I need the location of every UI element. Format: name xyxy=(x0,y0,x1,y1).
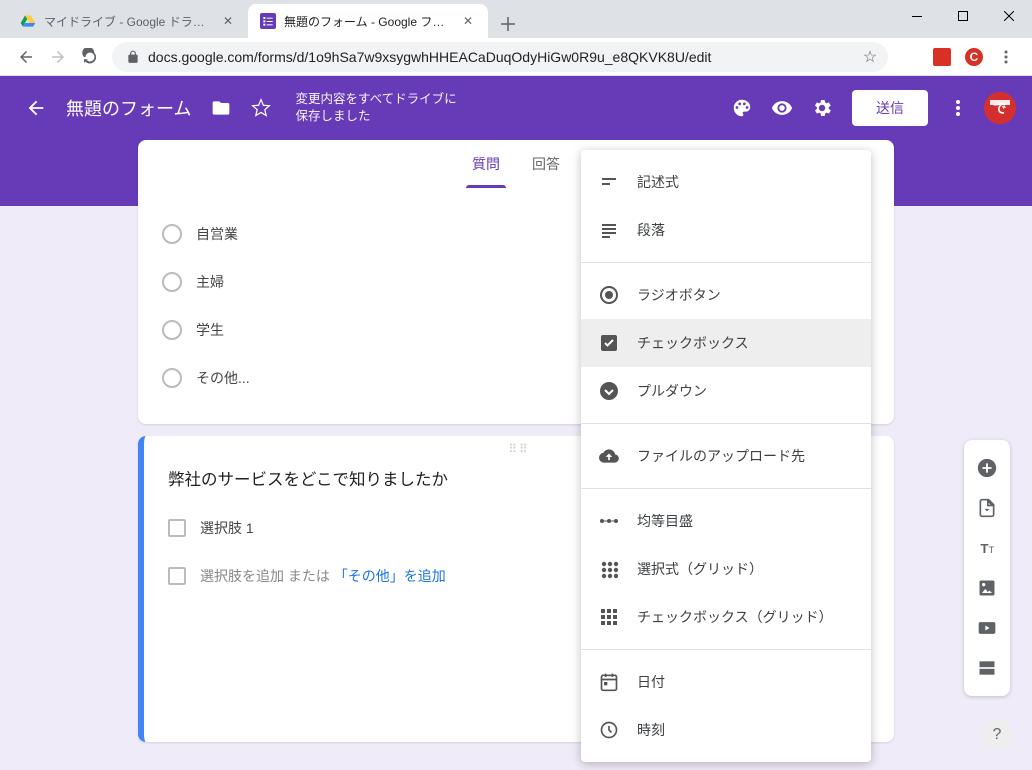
time-icon xyxy=(597,718,621,742)
menu-item-mc-grid[interactable]: 選択式（グリッド） xyxy=(581,545,871,593)
question-type-menu: 記述式 段落 ラジオボタン チェックボックス プルダウン ファイルのアップロード… xyxy=(581,150,871,762)
grid-radio-icon xyxy=(597,557,621,581)
menu-item-dropdown[interactable]: プルダウン xyxy=(581,367,871,415)
add-title-button[interactable]: TT xyxy=(964,528,1010,568)
form-title[interactable]: 無題のフォーム xyxy=(66,95,191,121)
tab-title: 無題のフォーム - Google フォーム xyxy=(284,13,456,30)
help-button[interactable]: ? xyxy=(982,720,1012,750)
star-bookmark-icon[interactable]: ☆ xyxy=(856,43,884,71)
browser-tab-drive[interactable]: マイドライブ - Google ドライブ ✕ xyxy=(8,4,248,38)
paragraph-icon xyxy=(597,218,621,242)
move-to-folder-button[interactable] xyxy=(201,88,241,128)
minimize-button[interactable] xyxy=(894,0,940,32)
send-button[interactable]: 送信 xyxy=(852,90,928,126)
more-button[interactable] xyxy=(938,88,978,128)
save-status: 変更内容をすべてドライブに保存しました xyxy=(295,91,456,126)
menu-item-cb-grid[interactable]: チェックボックス（グリッド） xyxy=(581,593,871,641)
menu-item-date[interactable]: 日付 xyxy=(581,658,871,706)
import-questions-button[interactable] xyxy=(964,488,1010,528)
preview-button[interactable] xyxy=(762,88,802,128)
address-bar: docs.google.com/forms/d/1o9hSa7w9xsygwhH… xyxy=(0,38,1032,76)
radio-icon xyxy=(162,224,182,244)
date-icon xyxy=(597,670,621,694)
close-tab-icon[interactable]: ✕ xyxy=(220,13,236,29)
upload-icon xyxy=(597,444,621,468)
menu-item-checkbox[interactable]: チェックボックス xyxy=(581,319,871,367)
add-other-link[interactable]: 「その他」を追加 xyxy=(334,568,446,584)
menu-item-file-upload[interactable]: ファイルのアップロード先 xyxy=(581,432,871,480)
menu-separator xyxy=(581,649,871,650)
account-avatar[interactable]: で xyxy=(984,92,1016,124)
url-text: docs.google.com/forms/d/1o9hSa7w9xsygwhH… xyxy=(148,49,711,65)
checkbox-icon xyxy=(168,519,186,537)
browser-tab-forms[interactable]: 無題のフォーム - Google フォーム ✕ xyxy=(248,4,488,38)
menu-item-radio[interactable]: ラジオボタン xyxy=(581,271,871,319)
radio-icon xyxy=(162,368,182,388)
radio-icon xyxy=(162,272,182,292)
svg-text:C: C xyxy=(970,50,979,64)
radio-icon xyxy=(597,283,621,307)
menu-item-time[interactable]: 時刻 xyxy=(581,706,871,754)
scale-icon xyxy=(597,509,621,533)
forms-header: 無題のフォーム 変更内容をすべてドライブに保存しました 送信 で xyxy=(0,76,1032,140)
menu-item-paragraph[interactable]: 段落 xyxy=(581,206,871,254)
checkbox-icon xyxy=(597,331,621,355)
new-tab-button[interactable] xyxy=(494,10,522,38)
add-image-button[interactable] xyxy=(964,568,1010,608)
menu-separator xyxy=(581,488,871,489)
short-text-icon xyxy=(597,170,621,194)
lock-icon xyxy=(126,50,140,64)
close-window-button[interactable] xyxy=(986,0,1032,32)
browser-tab-strip: マイドライブ - Google ドライブ ✕ 無題のフォーム - Google … xyxy=(0,0,1032,38)
tab-title: マイドライブ - Google ドライブ xyxy=(44,13,216,30)
add-question-button[interactable] xyxy=(964,448,1010,488)
theme-button[interactable] xyxy=(722,88,762,128)
add-section-button[interactable] xyxy=(964,648,1010,688)
reload-button[interactable] xyxy=(74,41,106,73)
grid-check-icon xyxy=(597,605,621,629)
add-video-button[interactable] xyxy=(964,608,1010,648)
drag-handle-icon[interactable]: ⠿⠿ xyxy=(508,442,530,456)
url-input[interactable]: docs.google.com/forms/d/1o9hSa7w9xsygwhH… xyxy=(112,42,888,72)
star-button[interactable] xyxy=(241,88,281,128)
back-button[interactable] xyxy=(10,41,42,73)
extension-icon[interactable] xyxy=(928,43,956,71)
maximize-button[interactable] xyxy=(940,0,986,32)
menu-item-short-answer[interactable]: 記述式 xyxy=(581,158,871,206)
svg-text:T: T xyxy=(989,545,995,555)
back-to-docs-button[interactable] xyxy=(16,88,56,128)
menu-separator xyxy=(581,423,871,424)
radio-icon xyxy=(162,320,182,340)
tab-questions[interactable]: 質問 xyxy=(456,140,516,188)
close-tab-icon[interactable]: ✕ xyxy=(460,13,476,29)
dropdown-icon xyxy=(597,379,621,403)
checkbox-icon xyxy=(168,567,186,585)
settings-button[interactable] xyxy=(802,88,842,128)
drive-favicon-icon xyxy=(20,13,36,29)
extension-c-icon[interactable]: C xyxy=(960,43,988,71)
tab-responses[interactable]: 回答 xyxy=(516,140,576,188)
forward-button[interactable] xyxy=(42,41,74,73)
menu-separator xyxy=(581,262,871,263)
svg-text:T: T xyxy=(980,541,988,556)
menu-item-linear-scale[interactable]: 均等目盛 xyxy=(581,497,871,545)
side-toolbar: TT xyxy=(964,440,1010,696)
forms-favicon-icon xyxy=(260,13,276,29)
browser-menu-button[interactable] xyxy=(990,41,1022,73)
